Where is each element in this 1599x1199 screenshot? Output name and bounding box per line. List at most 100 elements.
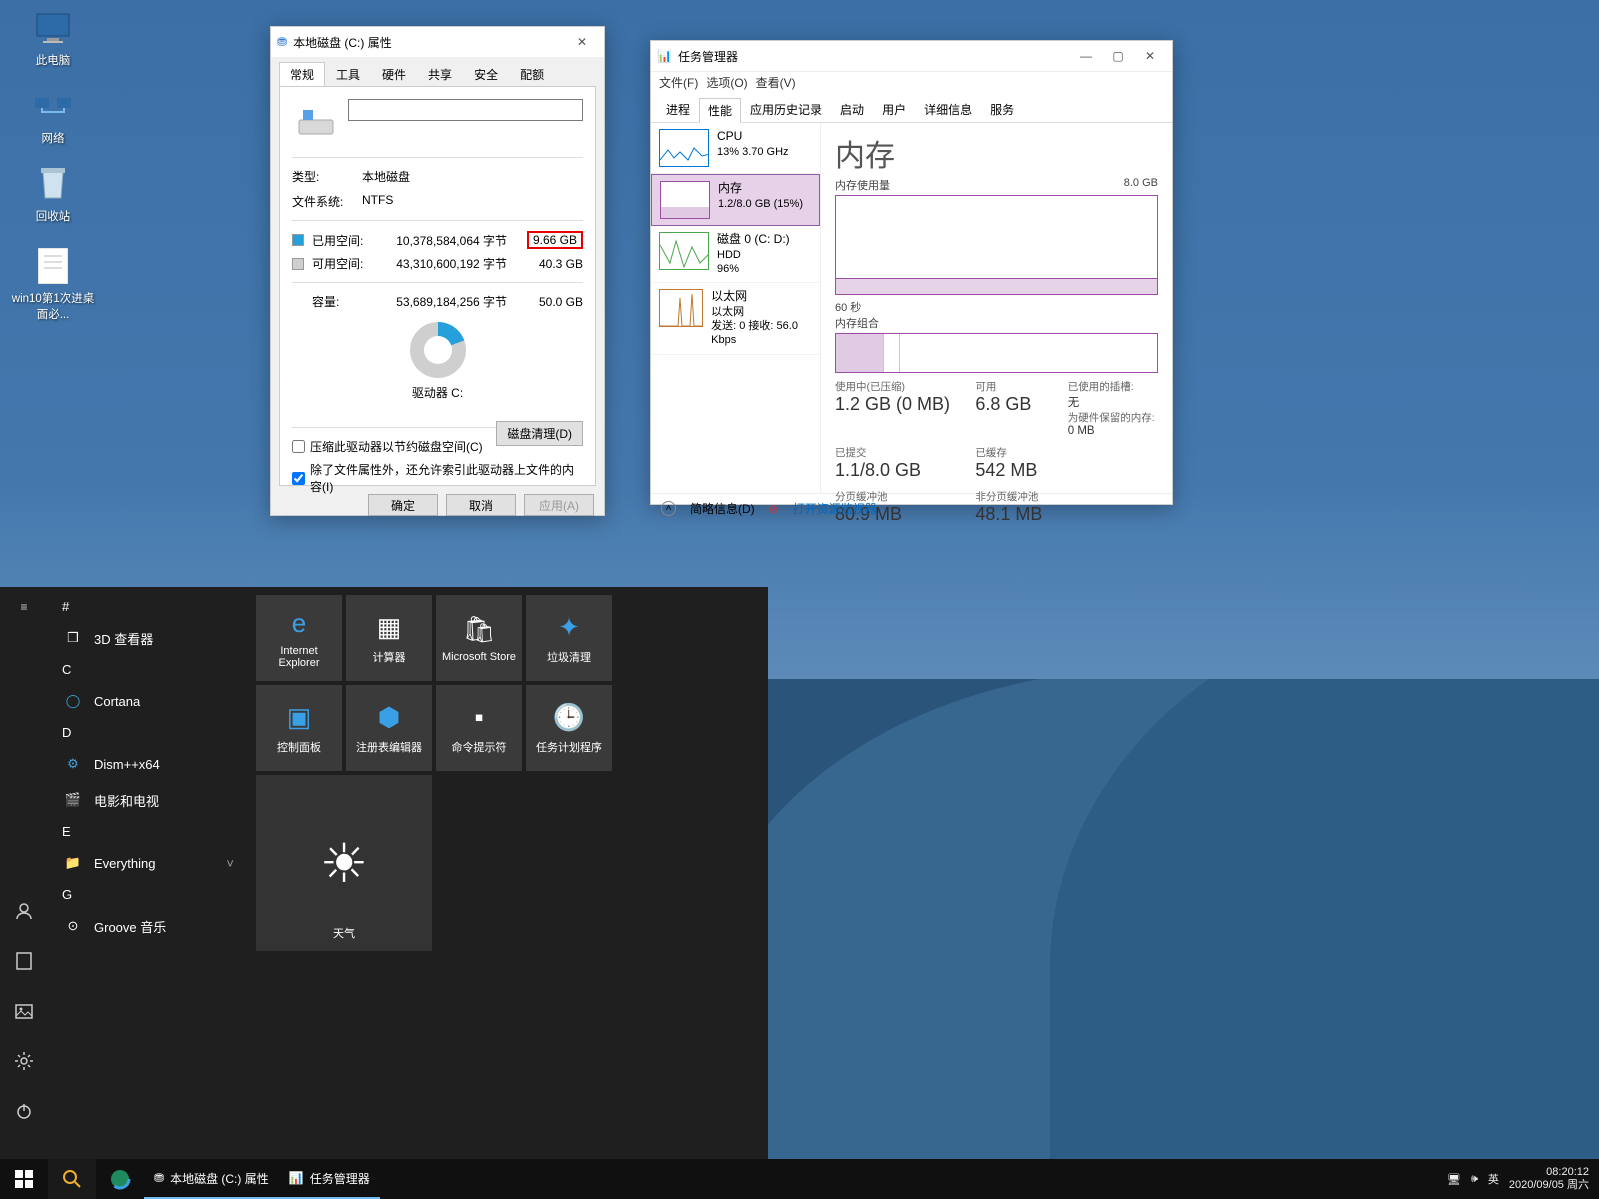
search-button[interactable] [48,1159,96,1199]
list-item-everything[interactable]: 📁Everything˅ [48,845,248,881]
tab-hardware[interactable]: 硬件 [371,62,417,87]
tile-weather[interactable]: ☀ 天气 [256,775,432,951]
capacity-label: 容量: [312,293,392,310]
brief-info-link[interactable]: 简略信息(D) [690,500,755,517]
list-item-groove[interactable]: ⊙Groove 音乐 [48,908,248,944]
ethernet-mini-graph [659,289,703,327]
sidebar-ethernet[interactable]: 以太网以太网发送: 0 接收: 56.0 Kbps [651,283,820,354]
taskbar-item-taskmgr[interactable]: 📊 任务管理器 [279,1159,380,1199]
apply-button[interactable]: 应用(A) [524,494,594,516]
usage-pie-chart [410,322,466,378]
user-icon[interactable] [14,901,34,921]
menu-view[interactable]: 查看(V) [756,74,796,91]
index-checkbox[interactable] [292,472,305,485]
tab-tools[interactable]: 工具 [325,62,371,87]
taskmgr-icon: 📊 [289,1171,304,1185]
menu-options[interactable]: 选项(O) [706,74,747,91]
tab-security[interactable]: 安全 [463,62,509,87]
film-icon: 🎬 [62,789,84,811]
desktop-icon-this-pc[interactable]: 此电脑 [8,8,98,68]
list-item-dism[interactable]: ⚙Dism++x64 [48,746,248,782]
type-value: 本地磁盘 [362,168,410,185]
properties-title: 本地磁盘 (C:) 属性 [293,34,566,51]
free-color-swatch [292,258,304,270]
calculator-icon: ▦ [377,612,402,643]
taskbar-clock[interactable]: 08:20:12 2020/09/05 周六 [1509,1166,1589,1192]
capacity-bytes: 53,689,184,256 字节 [392,293,507,310]
composition-label: 内存组合 [835,315,1158,331]
sidebar-disk[interactable]: 磁盘 0 (C: D:)HDD96% [651,226,820,283]
close-button[interactable]: ✕ [1134,42,1166,70]
store-icon: 🛍 [462,614,495,645]
chevron-up-icon[interactable]: ˄ [661,501,676,516]
desktop-icon-network[interactable]: 网络 [8,86,98,146]
properties-dialog: ⛃ 本地磁盘 (C:) 属性 ✕ 常规 工具 硬件 共享 安全 配额 类型:本地… [270,26,605,516]
tab-users[interactable]: 用户 [873,97,915,122]
index-checkbox-row[interactable]: 除了文件属性外，还允许索引此驱动器上文件的内容(I) [292,461,583,495]
power-icon[interactable] [14,1101,34,1121]
cancel-button[interactable]: 取消 [446,494,516,516]
tab-quota[interactable]: 配额 [509,62,555,87]
sidebar-cpu[interactable]: CPU13% 3.70 GHz [651,123,820,174]
list-item-cortana[interactable]: ◯Cortana [48,683,248,719]
tray-network-icon[interactable]: 🕪 [1471,1173,1478,1186]
pc-icon [33,8,73,48]
tab-processes[interactable]: 进程 [657,97,699,122]
close-button[interactable]: ✕ [566,28,598,56]
tile-cmd[interactable]: ▪命令提示符 [436,685,522,771]
disk-cleanup-button[interactable]: 磁盘清理(D) [496,421,583,446]
cpu-mini-graph [659,129,709,167]
list-item-3d-viewer[interactable]: ❒3D 查看器 [48,620,248,656]
memory-usage-graph [835,195,1158,295]
sixty-sec-label: 60 秒 [835,299,861,315]
edge-button[interactable] [96,1159,144,1199]
desktop-icon-txt[interactable]: win10第1次进桌面必... [8,246,98,322]
properties-titlebar[interactable]: ⛃ 本地磁盘 (C:) 属性 ✕ [271,27,604,57]
tab-general[interactable]: 常规 [279,62,325,87]
taskbar-item-properties[interactable]: ⛃ 本地磁盘 (C:) 属性 [144,1159,279,1199]
maximize-button[interactable]: ▢ [1102,42,1134,70]
compress-checkbox[interactable] [292,440,305,453]
drive-icon: ⛃ [154,1171,164,1185]
settings-icon[interactable] [14,1051,34,1071]
start-app-list[interactable]: # ❒3D 查看器 C ◯Cortana D ⚙Dism++x64 🎬电影和电视… [48,587,248,1159]
tab-details[interactable]: 详细信息 [915,97,981,122]
tab-app-history[interactable]: 应用历史记录 [741,97,831,122]
tile-task-scheduler[interactable]: 🕒任务计划程序 [526,685,612,771]
tile-calculator[interactable]: ▦计算器 [346,595,432,681]
resource-monitor-link[interactable]: 打开资源监视器 [793,500,877,517]
desktop-icon-label: win10第1次进桌面必... [12,293,94,321]
pictures-icon[interactable] [14,1001,34,1021]
tile-cleanup[interactable]: ✦垃圾清理 [526,595,612,681]
start-button[interactable] [0,1159,48,1199]
properties-panel: 类型:本地磁盘 文件系统:NTFS 已用空间: 10,378,584,064 字… [279,86,596,486]
menu-file[interactable]: 文件(F) [659,74,698,91]
documents-icon[interactable] [14,951,34,971]
gear-icon: ⚙ [62,753,84,775]
terminal-icon: ▪ [474,702,483,733]
tray-monitor-icon[interactable]: 🖥 [1447,1173,1461,1186]
tab-sharing[interactable]: 共享 [417,62,463,87]
tile-ms-store[interactable]: 🛍Microsoft Store [436,595,522,681]
taskmgr-titlebar[interactable]: 📊 任务管理器 — ▢ ✕ [651,41,1172,71]
tab-performance[interactable]: 性能 [699,98,741,123]
tile-ie[interactable]: eInternet Explorer [256,595,342,681]
tile-regedit[interactable]: ⬢注册表编辑器 [346,685,432,771]
taskmgr-icon: 📊 [657,49,672,63]
ime-indicator[interactable]: 英 [1488,1171,1499,1187]
tab-startup[interactable]: 启动 [831,97,873,122]
list-header[interactable]: # [48,593,248,620]
drive-name-input[interactable] [348,99,583,121]
tile-control-panel[interactable]: ▣控制面板 [256,685,342,771]
capacity-gb: 50.0 GB [523,295,583,309]
desktop-icon-recycle-bin[interactable]: 回收站 [8,164,98,224]
drive-mini-icon: ⛃ [277,35,287,49]
tab-services[interactable]: 服务 [981,97,1023,122]
hamburger-icon[interactable]: ≡ [14,597,34,617]
ok-button[interactable]: 确定 [368,494,438,516]
cube-icon: ❒ [62,627,84,649]
list-item-movies[interactable]: 🎬电影和电视 [48,782,248,818]
sidebar-memory[interactable]: 内存1.2/8.0 GB (15%) [651,174,820,226]
minimize-button[interactable]: — [1070,42,1102,70]
taskmgr-menubar: 文件(F) 选项(O) 查看(V) [651,71,1172,93]
